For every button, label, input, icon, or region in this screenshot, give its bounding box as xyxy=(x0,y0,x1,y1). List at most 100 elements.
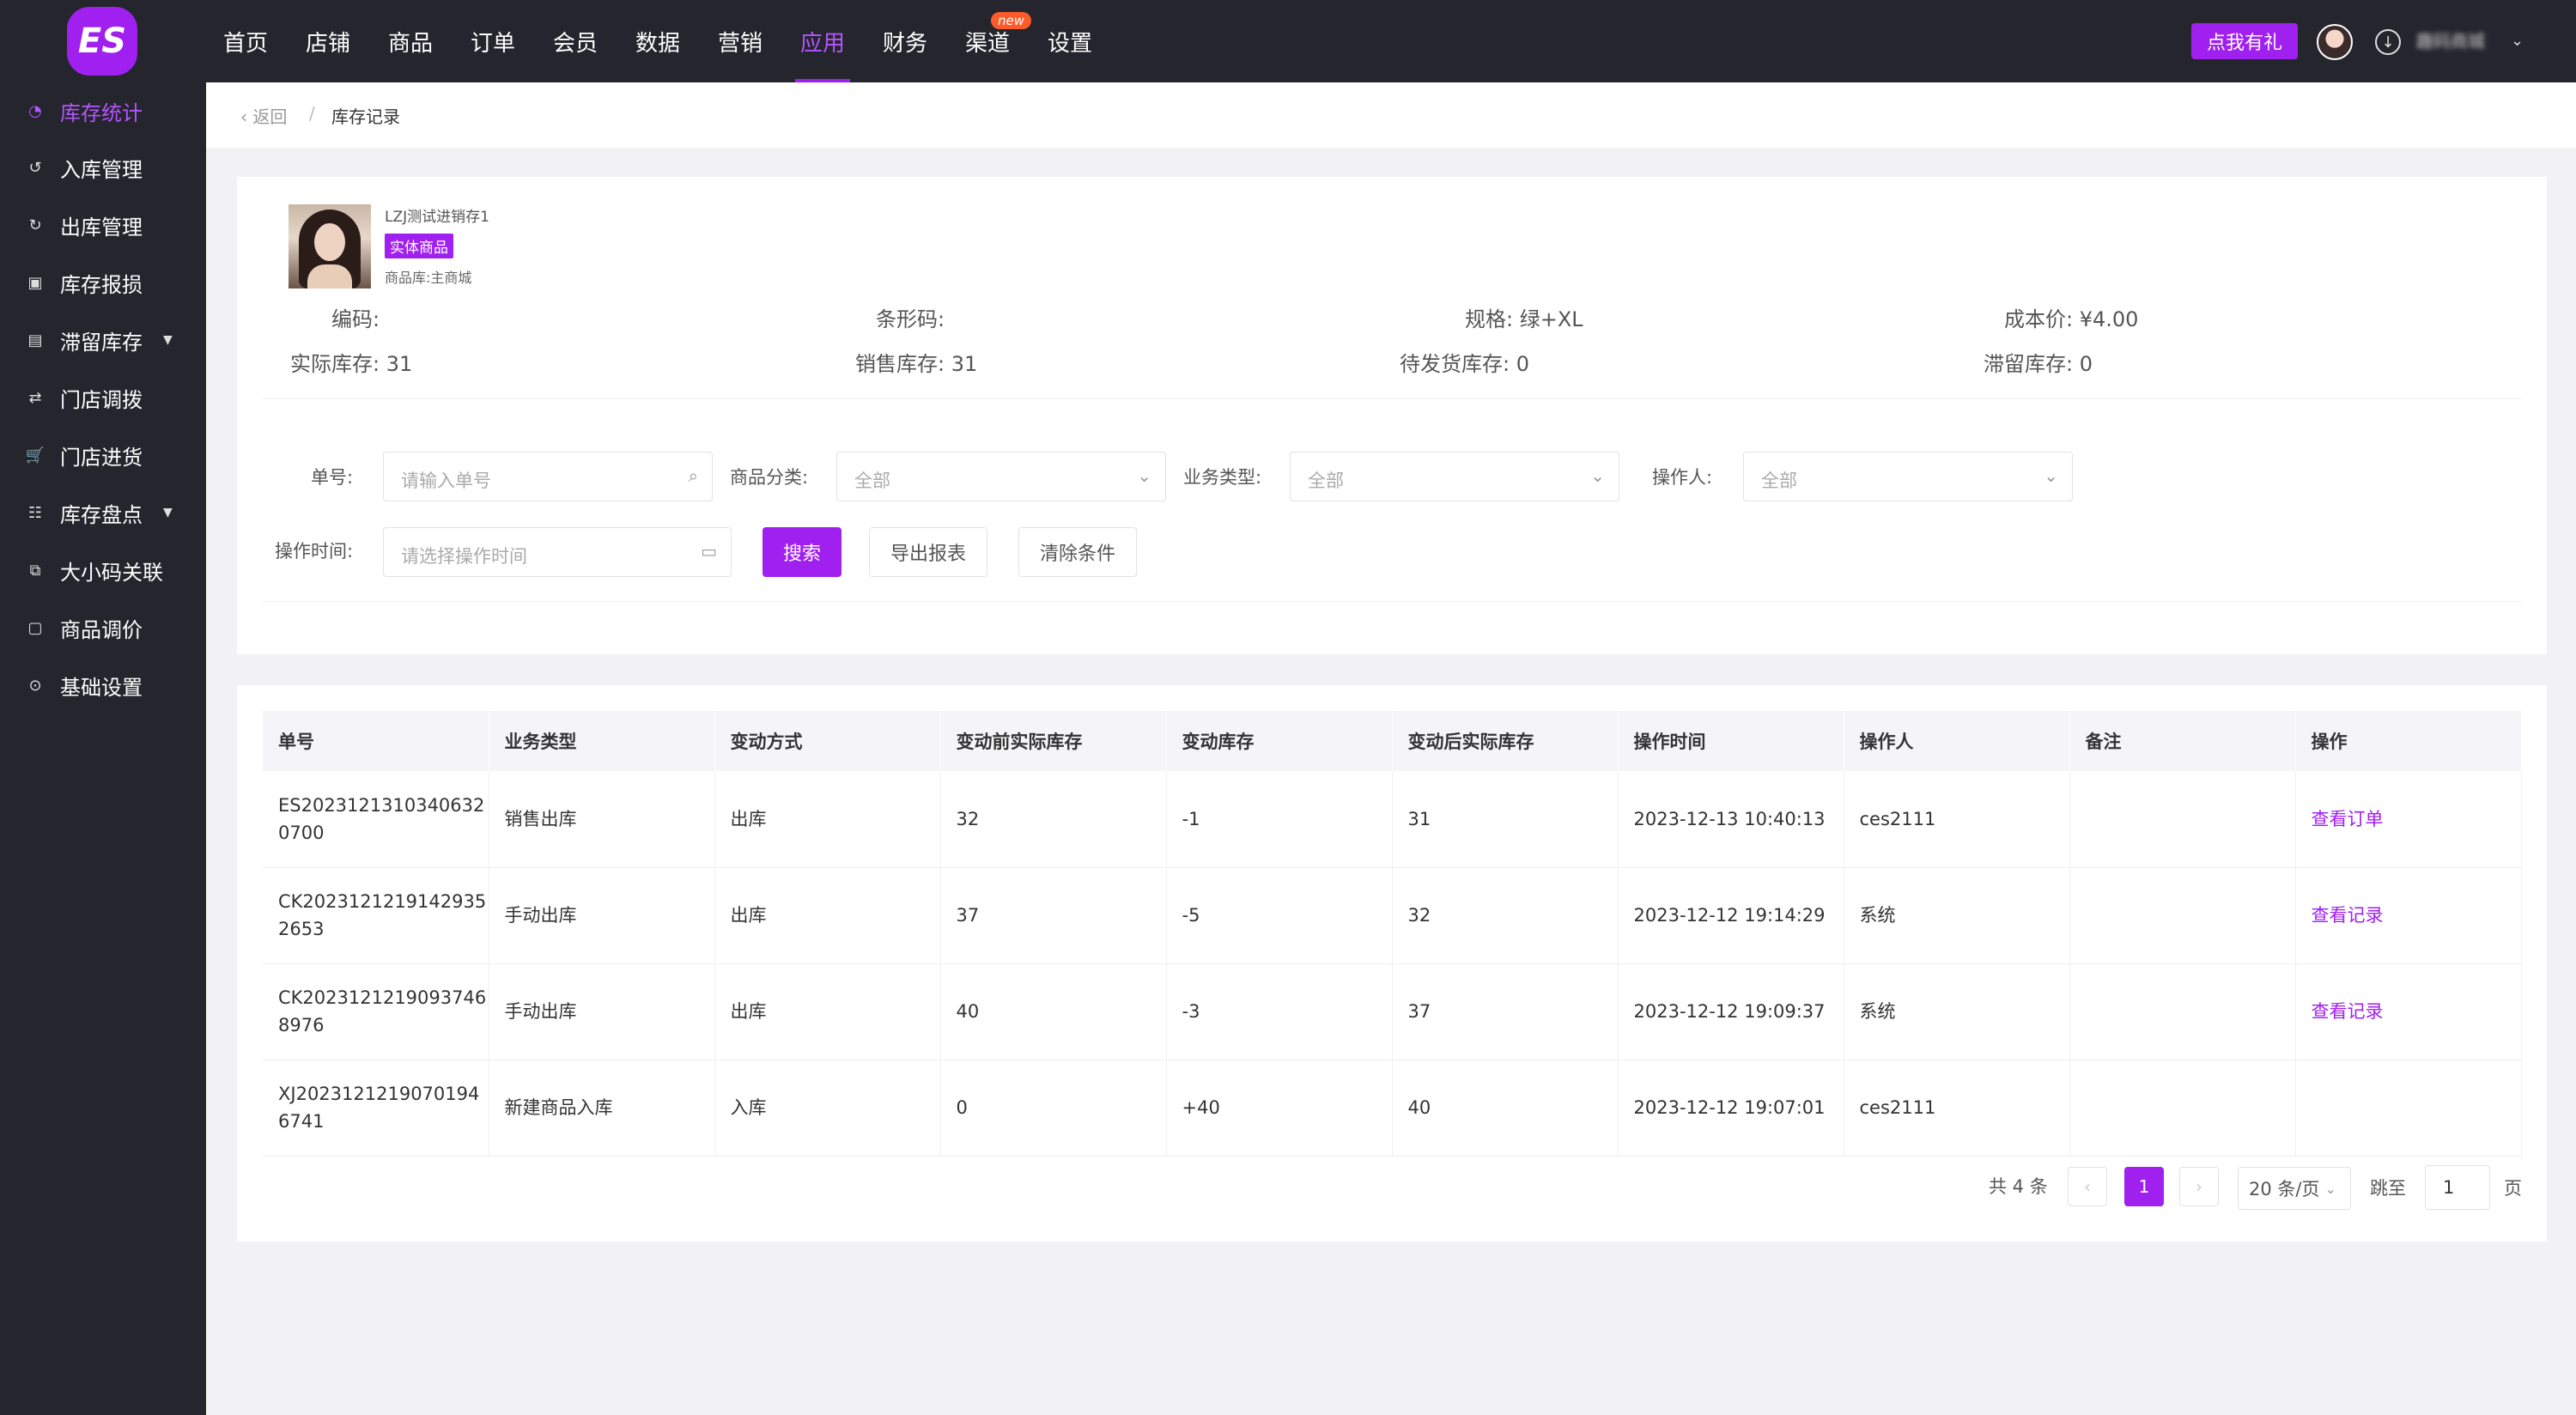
chevron-right-icon: › xyxy=(2196,1176,2202,1197)
view-record-link[interactable]: 查看记录 xyxy=(2295,867,2522,964)
cell-order-no: CK20231212190937468976 xyxy=(263,963,489,1060)
category-value: 全部 xyxy=(854,471,890,491)
cell-before-stock: 40 xyxy=(940,963,1167,1060)
cell-change-stock: -1 xyxy=(1166,771,1393,868)
sidebar-item-size-link[interactable]: ⧉ 大小码关联 xyxy=(0,542,206,598)
sidebar-item-stock-stats[interactable]: ◔ 库存统计 xyxy=(0,82,206,139)
prev-page-button[interactable]: ‹ xyxy=(2068,1167,2107,1206)
nav-label: 数据 xyxy=(635,30,680,57)
back-link[interactable]: ‹ 返回 xyxy=(240,103,287,128)
nav-settings[interactable]: 设置 xyxy=(1029,0,1111,82)
sidebar: ◔ 库存统计 ↺ 入库管理 ↻ 出库管理 ▣ 库存报损 ▤ 滞留库存 ▼ ⇄ 门… xyxy=(0,82,206,1415)
table-row: ES20231213103406320700 销售出库 出库 32 -1 31 … xyxy=(263,771,2522,868)
sidebar-item-store-transfer[interactable]: ⇄ 门店调拨 xyxy=(0,369,206,426)
nav-shop[interactable]: 店铺 xyxy=(287,0,369,82)
cell-after-stock: 37 xyxy=(1392,963,1619,1060)
cell-operator: ces2111 xyxy=(1844,771,2070,868)
sidebar-item-outbound[interactable]: ↻ 出库管理 xyxy=(0,197,206,253)
nav-finance[interactable]: 财务 xyxy=(864,0,946,82)
pie-chart-icon: ◔ xyxy=(28,101,42,120)
nav-data[interactable]: 数据 xyxy=(617,0,699,82)
time-picker[interactable]: 请选择操作时间 ▭ xyxy=(383,527,732,577)
transfer-icon: ⇄ xyxy=(28,388,42,407)
chevron-down-icon[interactable]: ⌄ xyxy=(2511,29,2524,53)
divider xyxy=(263,601,2521,602)
top-bar: ES 首页 店铺 商品 订单 会员 数据 营销 应用 财务 渠道 new 设置 点… xyxy=(0,0,2576,82)
view-order-link[interactable]: 查看订单 xyxy=(2295,771,2522,868)
breadcrumb: ‹ 返回 / 库存记录 xyxy=(206,82,2576,148)
order-no-input[interactable]: 请输入单号 ⌕ xyxy=(383,452,713,501)
operator-label: 操作人: xyxy=(1652,467,1713,488)
cell-op-time: 2023-12-13 10:40:13 xyxy=(1618,771,1844,868)
cell-remark xyxy=(2069,1060,2296,1157)
product-name: LZJ测试进销存1 xyxy=(385,209,489,226)
pending-stock: 待发货库存: 0 xyxy=(1400,352,1529,376)
download-icon[interactable]: ↓ xyxy=(2375,29,2401,55)
sidebar-item-stagnant-stock[interactable]: ▤ 滞留库存 ▼ xyxy=(0,312,206,368)
page-button-current[interactable]: 1 xyxy=(2124,1167,2164,1206)
col-order-no: 单号 xyxy=(263,711,489,771)
cart-icon: 🛒 xyxy=(25,446,46,465)
pagination-total: 共 4 条 xyxy=(1989,1176,2048,1197)
logo[interactable]: ES xyxy=(67,7,137,76)
next-page-button[interactable]: › xyxy=(2179,1167,2219,1206)
biz-type-select[interactable]: 全部 ⌄ xyxy=(1290,452,1619,501)
page-size-select[interactable]: 20 条/页 ⌄ xyxy=(2238,1167,2351,1210)
calendar-icon: ▭ xyxy=(701,541,717,562)
chevron-left-icon: ‹ xyxy=(240,106,253,127)
cell-change-mode: 入库 xyxy=(714,1060,941,1157)
sidebar-item-store-purchase[interactable]: 🛒 门店进货 xyxy=(0,427,206,483)
nav-channels[interactable]: 渠道 new xyxy=(946,0,1032,82)
cell-before-stock: 0 xyxy=(940,1060,1167,1157)
cell-remark xyxy=(2069,963,2296,1060)
jump-input[interactable]: 1 xyxy=(2425,1165,2490,1210)
nav-members[interactable]: 会员 xyxy=(534,0,617,82)
nav-label: 营销 xyxy=(717,30,762,57)
sidebar-item-label: 库存报损 xyxy=(60,272,143,297)
sidebar-item-inventory-check[interactable]: ☷ 库存盘点 ▼ xyxy=(0,484,206,541)
col-remark: 备注 xyxy=(2069,711,2296,771)
category-label: 商品分类: xyxy=(730,467,809,488)
sidebar-item-label: 基础设置 xyxy=(60,675,143,700)
breadcrumb-separator: / xyxy=(309,103,315,124)
col-before-stock: 变动前实际库存 xyxy=(940,711,1167,771)
sidebar-item-label: 商品调价 xyxy=(60,617,143,642)
nav-marketing[interactable]: 营销 xyxy=(699,0,781,82)
nav-home[interactable]: 首页 xyxy=(204,0,287,82)
caret-down-icon: ▼ xyxy=(163,333,173,347)
category-select[interactable]: 全部 ⌄ xyxy=(836,452,1166,501)
gift-button[interactable]: 点我有礼 xyxy=(2191,23,2298,59)
sidebar-item-inbound[interactable]: ↺ 入库管理 xyxy=(0,139,206,196)
product-store: 商品库:主商城 xyxy=(385,270,472,286)
cell-change-stock: -5 xyxy=(1166,867,1393,964)
nav-label: 首页 xyxy=(222,30,268,57)
sidebar-item-label: 门店调拨 xyxy=(60,387,143,412)
chevron-left-icon: ‹ xyxy=(2084,1176,2091,1197)
stagnant-stock-icon: ▤ xyxy=(27,331,43,349)
clear-button[interactable]: 清除条件 xyxy=(1018,527,1137,577)
avatar[interactable] xyxy=(2317,24,2353,60)
nav-orders[interactable]: 订单 xyxy=(452,0,534,82)
cell-operator: 系统 xyxy=(1844,867,2070,964)
nav-apps[interactable]: 应用 xyxy=(781,0,864,82)
cell-change-mode: 出库 xyxy=(714,771,941,868)
search-button[interactable]: 搜索 xyxy=(762,527,841,577)
operator-select[interactable]: 全部 ⌄ xyxy=(1743,452,2073,501)
cell-biz-type: 销售出库 xyxy=(489,771,715,868)
col-op-time: 操作时间 xyxy=(1618,711,1844,771)
export-button[interactable]: 导出报表 xyxy=(869,527,987,577)
nav-label: 应用 xyxy=(799,30,845,57)
top-nav: 首页 店铺 商品 订单 会员 数据 营销 应用 财务 渠道 new 设置 xyxy=(204,0,1111,82)
sidebar-item-basic-settings[interactable]: ⊙ 基础设置 xyxy=(0,657,206,714)
cell-remark xyxy=(2069,771,2296,868)
view-record-link[interactable]: 查看记录 xyxy=(2295,963,2522,1060)
price-adjust-icon: ▢ xyxy=(27,618,43,637)
user-name[interactable]: 趣码商城 xyxy=(2416,29,2506,53)
sidebar-item-loss-report[interactable]: ▣ 库存报损 xyxy=(0,254,206,311)
sidebar-item-price-adjust[interactable]: ▢ 商品调价 xyxy=(0,599,206,656)
cell-after-stock: 31 xyxy=(1392,771,1619,868)
cell-order-no: ES20231213103406320700 xyxy=(263,771,489,868)
cell-order-no: XJ20231212190701946741 xyxy=(263,1060,489,1157)
chevron-down-icon: ⌄ xyxy=(2044,465,2058,486)
nav-goods[interactable]: 商品 xyxy=(369,0,452,82)
